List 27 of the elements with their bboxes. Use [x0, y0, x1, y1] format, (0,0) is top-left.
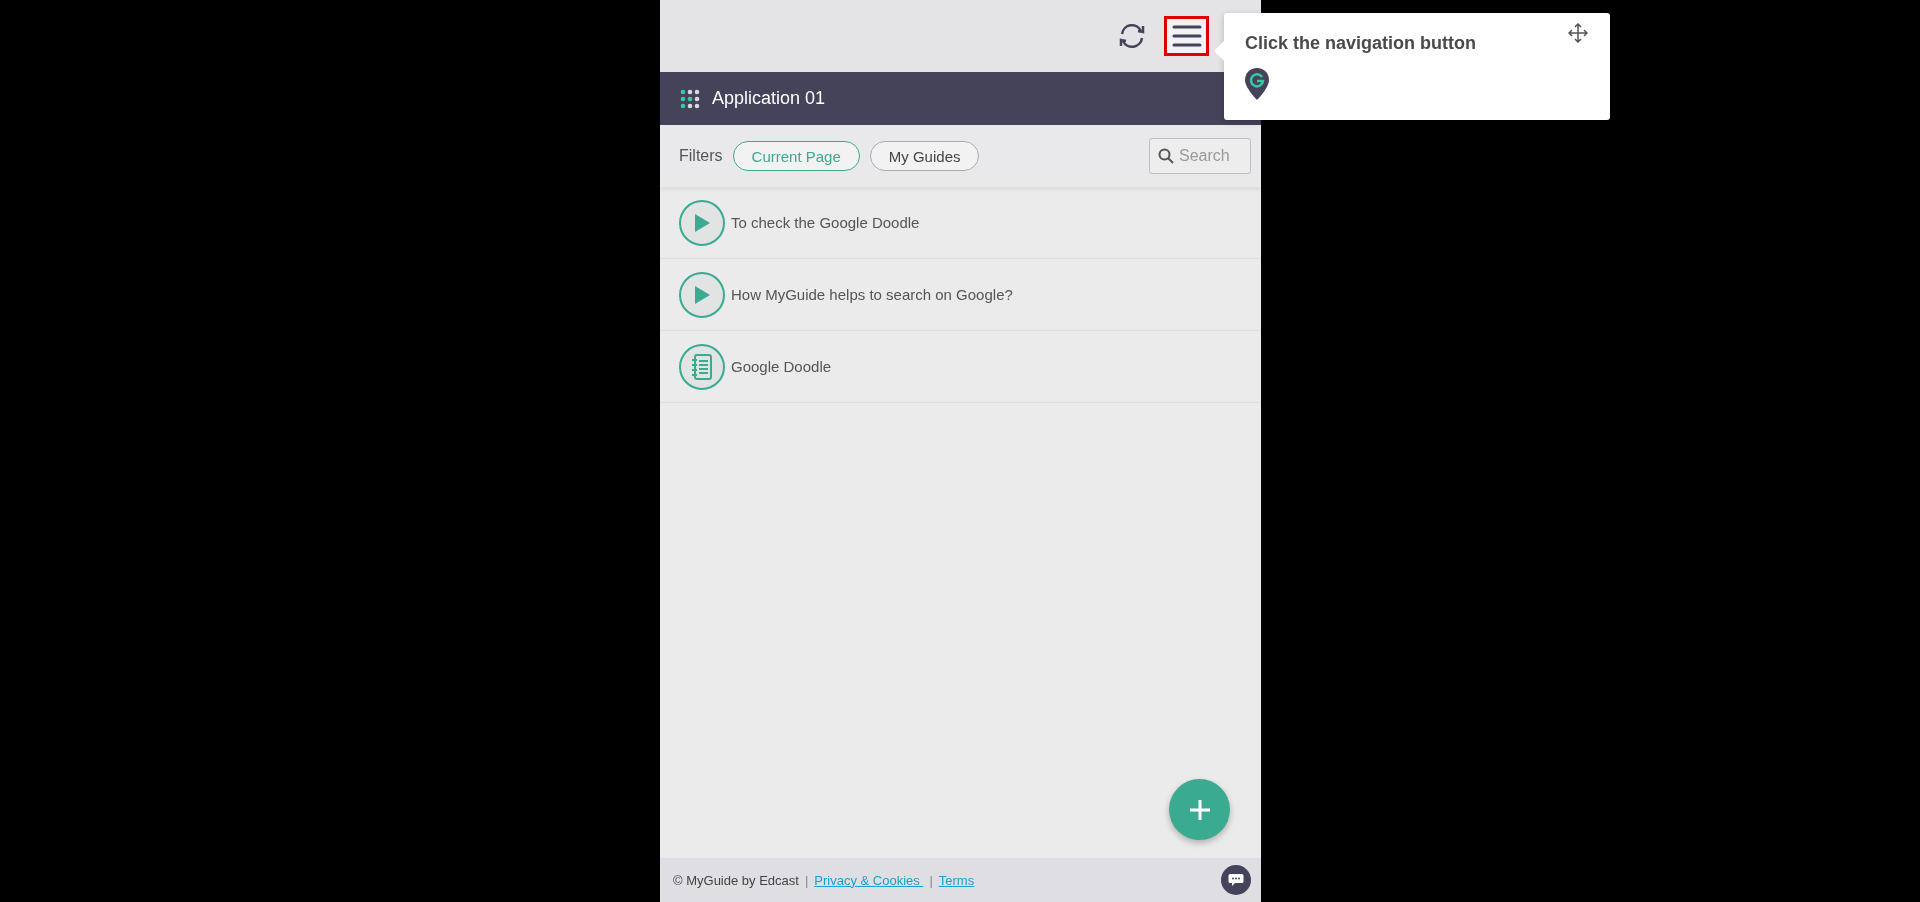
chat-icon — [1228, 873, 1244, 887]
app-title: Application 01 — [712, 88, 826, 109]
guide-item[interactable]: To check the Google Doodle — [660, 187, 1261, 259]
guide-item[interactable]: Google Doodle — [660, 331, 1261, 403]
filters-label: Filters — [679, 147, 723, 165]
plus-icon — [1188, 798, 1211, 821]
menu-icon — [1171, 24, 1202, 48]
play-icon — [694, 213, 710, 232]
tooltip-text: Click the navigation button — [1245, 33, 1477, 54]
copyright-text: © MyGuide by Edcast — [673, 872, 799, 888]
separator: | — [804, 872, 809, 888]
add-button[interactable] — [1169, 779, 1230, 840]
search-icon — [1158, 148, 1174, 164]
play-icon — [694, 285, 710, 304]
location-pin-icon — [1245, 68, 1269, 100]
search-field[interactable]: Search — [1149, 138, 1251, 174]
move-icon[interactable] — [1568, 23, 1588, 43]
separator: | — [929, 872, 933, 888]
filter-chip[interactable]: My Guides — [869, 141, 980, 171]
guide-item[interactable]: How MyGuide helps to search on Google? — [660, 259, 1261, 331]
guide-title: To check the Google Doodle — [731, 214, 920, 231]
menu-button[interactable] — [1164, 16, 1209, 56]
guide-title: Google Doodle — [731, 358, 832, 375]
notebook-icon — [691, 353, 713, 380]
guide-title: How MyGuide helps to search on Google? — [731, 286, 1013, 303]
chat-button[interactable] — [1221, 865, 1251, 895]
apps-icon — [680, 88, 700, 109]
